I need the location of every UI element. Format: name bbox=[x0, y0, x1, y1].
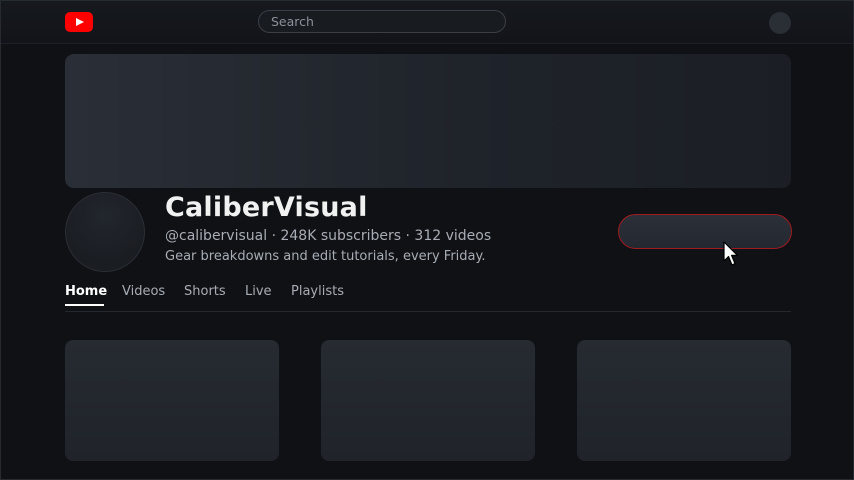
app-frame: CaliberVisual @calibervisual · 248K subs… bbox=[0, 0, 854, 480]
channel-description: Gear breakdowns and edit tutorials, ever… bbox=[165, 249, 486, 264]
channel-name: CaliberVisual bbox=[165, 192, 368, 223]
tab-videos[interactable]: Videos bbox=[122, 284, 165, 299]
account-avatar[interactable] bbox=[769, 12, 791, 34]
youtube-logo-icon[interactable] bbox=[65, 12, 93, 32]
channel-meta: @calibervisual · 248K subscribers · 312 … bbox=[165, 228, 492, 244]
tab-active-indicator bbox=[65, 304, 104, 306]
tab-live[interactable]: Live bbox=[245, 284, 272, 299]
tab-shorts[interactable]: Shorts bbox=[184, 284, 226, 299]
mouse-cursor-icon bbox=[723, 241, 739, 266]
video-card[interactable] bbox=[321, 340, 535, 461]
tab-home[interactable]: Home bbox=[65, 284, 107, 299]
search-input[interactable] bbox=[258, 10, 506, 33]
subscribe-button[interactable] bbox=[618, 214, 792, 249]
play-icon bbox=[76, 17, 84, 26]
top-header bbox=[1, 1, 853, 44]
channel-banner bbox=[65, 54, 791, 188]
tab-playlists[interactable]: Playlists bbox=[291, 284, 344, 299]
video-card[interactable] bbox=[65, 340, 279, 461]
video-card[interactable] bbox=[577, 340, 791, 461]
channel-avatar bbox=[65, 192, 145, 272]
tabs-divider bbox=[65, 311, 791, 312]
